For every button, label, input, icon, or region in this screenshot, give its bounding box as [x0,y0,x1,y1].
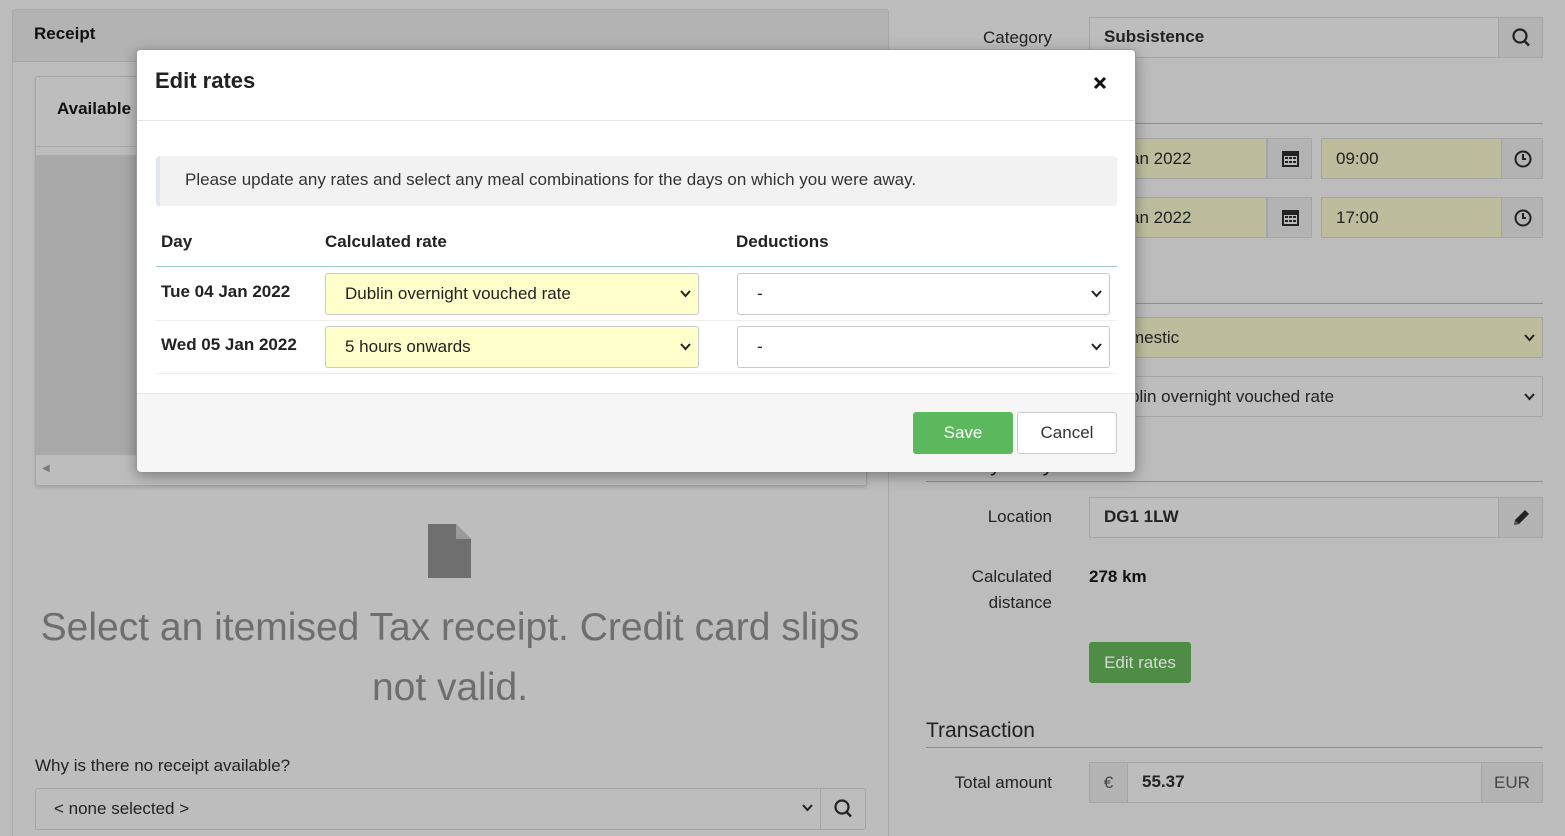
table-row: Tue 04 Jan 2022 Dublin overnight vouched… [156,268,1117,321]
save-button[interactable]: Save [913,412,1013,454]
deductions-value: - [757,284,763,303]
deductions-value: - [757,337,763,356]
edit-rates-dialog: Edit rates Please update any rates and s… [136,49,1136,472]
deductions-select[interactable]: - [737,273,1110,315]
deductions-select[interactable]: - [737,326,1110,368]
table-row: Wed 05 Jan 2022 5 hours onwards - [156,321,1117,374]
column-header-calculated-rate: Calculated rate [325,232,447,251]
calculated-rate-value: 5 hours onwards [345,337,471,356]
modal-header: Edit rates [137,50,1135,121]
chevron-down-icon [1091,343,1102,351]
calculated-rate-select[interactable]: Dublin overnight vouched rate [325,273,699,315]
header-divider [156,266,1117,267]
close-icon[interactable] [1089,72,1111,94]
chevron-down-icon [680,290,691,298]
modal-title: Edit rates [155,68,256,93]
row-day: Wed 05 Jan 2022 [161,335,297,354]
cancel-button[interactable]: Cancel [1017,412,1117,454]
column-header-deductions: Deductions [736,232,829,251]
column-header-day: Day [161,232,193,251]
info-message: Please update any rates and select any m… [156,156,1117,206]
row-day: Tue 04 Jan 2022 [161,282,291,301]
chevron-down-icon [680,343,691,351]
calculated-rate-value: Dublin overnight vouched rate [345,284,571,303]
chevron-down-icon [1091,290,1102,298]
modal-footer: Save Cancel [137,393,1135,472]
calculated-rate-select[interactable]: 5 hours onwards [325,326,699,368]
